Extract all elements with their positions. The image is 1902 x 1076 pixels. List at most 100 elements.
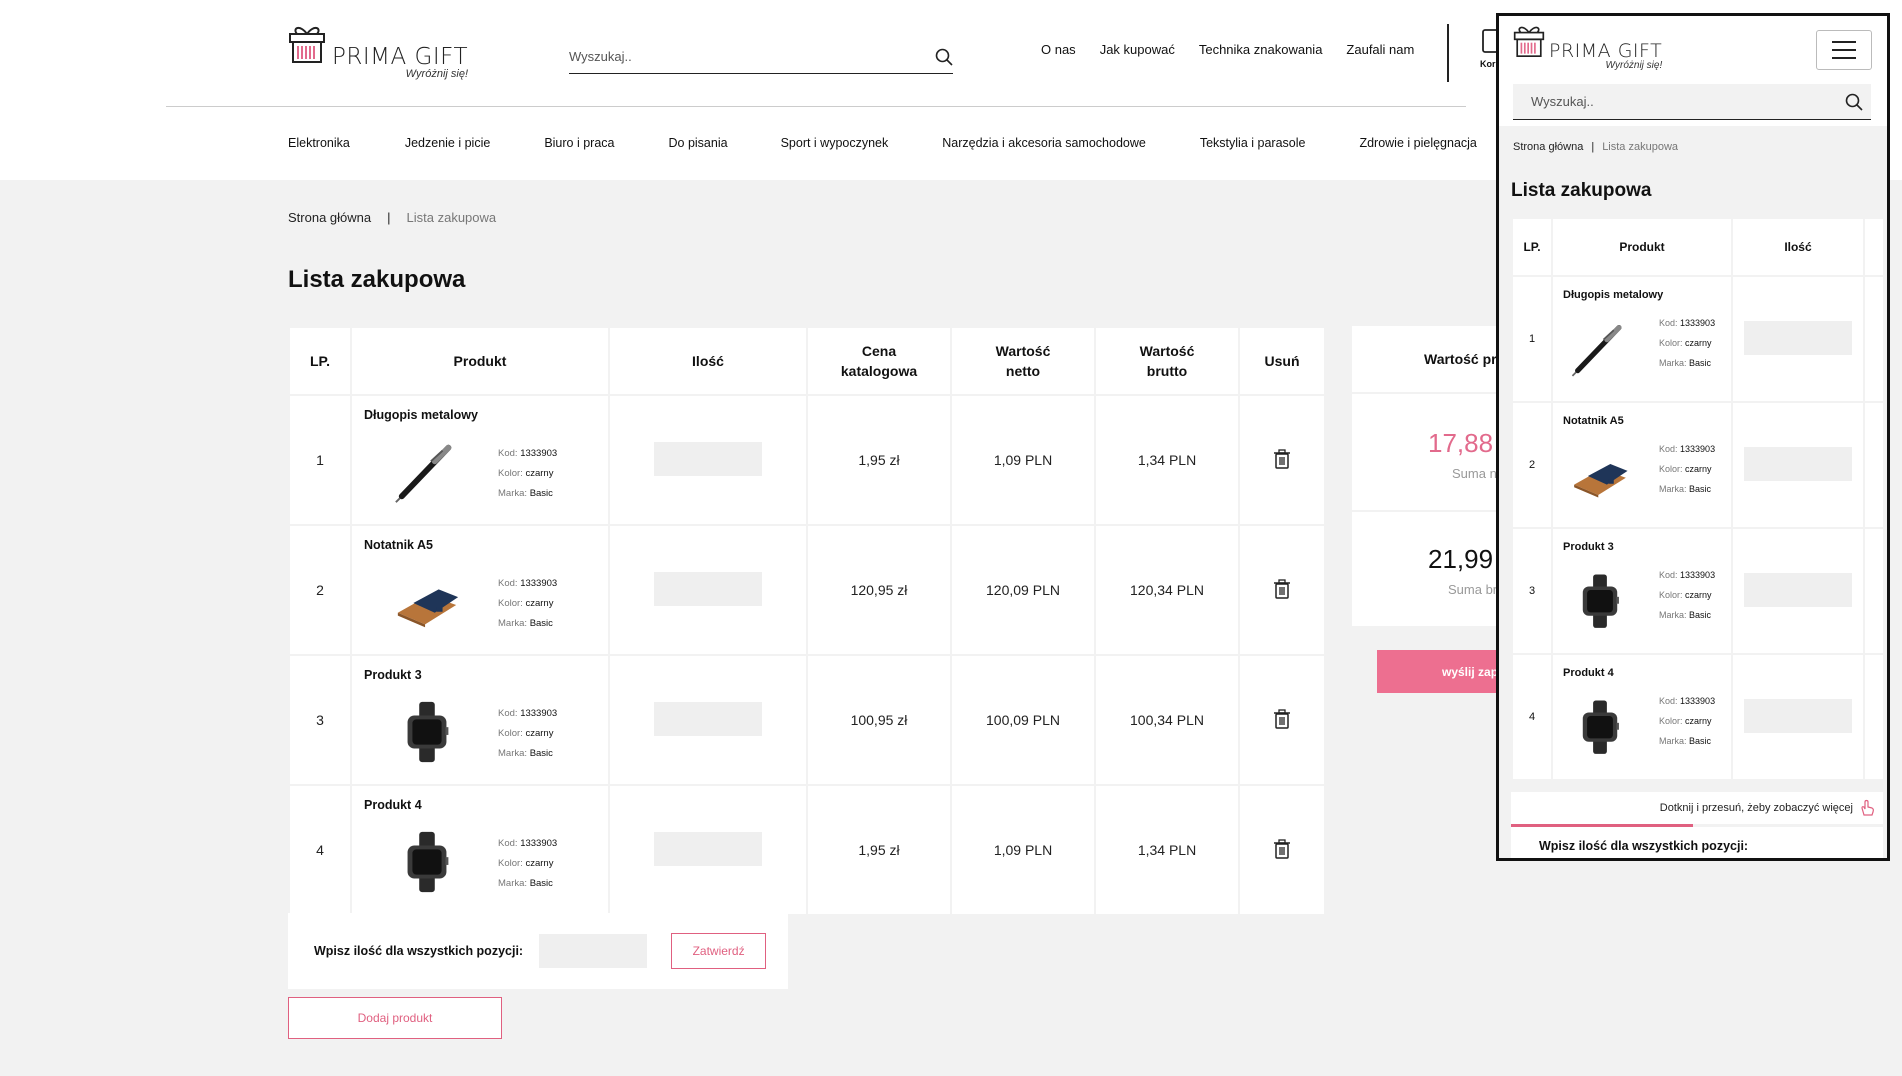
meta-code-label: Kod: <box>1659 318 1678 328</box>
search-input[interactable] <box>569 49 935 64</box>
product-meta: Kod: 1333903 Kolor: czarny Marka: Basic <box>498 704 557 764</box>
mobile-breadcrumb-home[interactable]: Strona główna <box>1513 141 1583 153</box>
hamburger-menu-button[interactable] <box>1816 30 1872 70</box>
row-catalog-price: 1,95 zł <box>806 394 952 526</box>
product-code: 1333903 <box>1680 444 1716 454</box>
product-name[interactable]: Długopis metalowy <box>364 408 478 422</box>
mobile-search-input[interactable] <box>1531 94 1845 109</box>
category-electronics[interactable]: Elektronika <box>288 136 350 150</box>
row-gross-value: 1,34 PLN <box>1094 784 1240 916</box>
category-textiles-umbrellas[interactable]: Tekstylia i parasole <box>1200 136 1306 150</box>
category-navigation: Elektronika Jedzenie i picie Biuro i pra… <box>288 136 1477 150</box>
mobile-quantity-input[interactable] <box>1744 320 1852 355</box>
summary-net-value: 17,88 <box>1428 428 1494 458</box>
meta-color-label: Kolor: <box>498 728 523 739</box>
mobile-brand-logo[interactable]: PRIMA GIFT Wyróżnij się! <box>1513 24 1662 71</box>
nav-divider <box>1447 24 1449 82</box>
product-brand: Basic <box>1689 484 1712 494</box>
row-qty-cell <box>608 394 808 526</box>
meta-code-label: Kod: <box>1659 570 1678 580</box>
table-row: 1 Długopis metalowy Kod: 1333903 Kolor: cza… <box>288 394 1326 526</box>
mobile-table-row: 4 Produkt 4 Kod: 1333903 Kolor: czarny Marka… <box>1511 653 1885 781</box>
product-image-notebook[interactable] <box>392 568 462 638</box>
product-name[interactable]: Produkt 3 <box>364 668 422 682</box>
mobile-product-image-watch[interactable] <box>1569 697 1631 759</box>
quantity-input[interactable] <box>654 701 762 736</box>
meta-color-label: Kolor: <box>1659 590 1683 600</box>
category-writing[interactable]: Do pisania <box>669 136 728 150</box>
mobile-product-image-pen[interactable] <box>1569 319 1631 381</box>
product-brand: Basic <box>529 748 553 759</box>
mobile-product-name[interactable]: Długopis metalowy <box>1563 289 1663 301</box>
breadcrumb-current: Lista zakupowa <box>406 210 497 225</box>
mobile-quantity-input[interactable] <box>1744 446 1852 481</box>
trash-icon[interactable] <box>1273 708 1291 729</box>
trash-icon[interactable] <box>1273 838 1291 859</box>
category-health-care[interactable]: Zdrowie i pielęgnacja <box>1359 136 1476 150</box>
mobile-quantity-input[interactable] <box>1744 572 1852 607</box>
mobile-row-next-cell <box>1863 653 1885 781</box>
mobile-product-name[interactable]: Produkt 3 <box>1563 541 1614 553</box>
mobile-product-name[interactable]: Produkt 4 <box>1563 667 1614 679</box>
send-inquiry-button[interactable]: wyślij zapy <box>1377 650 1502 693</box>
mobile-col-next <box>1863 217 1885 277</box>
product-code: 1333903 <box>520 578 558 589</box>
product-image-pen[interactable] <box>392 438 462 508</box>
nav-about[interactable]: O nas <box>1041 42 1076 57</box>
product-image-watch[interactable] <box>392 698 462 768</box>
row-net-value: 1,09 PLN <box>950 394 1096 526</box>
row-net-value: 100,09 PLN <box>950 654 1096 786</box>
product-name[interactable]: Produkt 4 <box>364 798 422 812</box>
nav-how-to-buy[interactable]: Jak kupować <box>1100 42 1175 57</box>
table-row: 3 Produkt 3 Kod: 1333903 Kolor: czarny Marka… <box>288 654 1326 786</box>
meta-color-label: Kolor: <box>498 858 523 869</box>
mobile-brand-tagline: Wyróżnij się! <box>1605 60 1663 71</box>
header-divider <box>166 106 1466 107</box>
nav-marking-technique[interactable]: Technika znakowania <box>1199 42 1323 57</box>
breadcrumb-home[interactable]: Strona główna <box>288 210 371 225</box>
product-image-watch[interactable] <box>392 828 462 898</box>
add-product-button[interactable]: Dodaj produkt <box>288 997 502 1039</box>
mobile-quantity-input[interactable] <box>1744 698 1852 733</box>
category-tools-auto[interactable]: Narzędzia i akcesoria samochodowe <box>942 136 1146 150</box>
product-brand: Basic <box>529 618 553 629</box>
product-meta: Kod: 1333903 Kolor: czarny Marka: Basic <box>1659 565 1715 625</box>
bulk-quantity-input[interactable] <box>539 934 648 968</box>
summary-gross-value: 21,99 <box>1428 544 1494 574</box>
product-code: 1333903 <box>1680 318 1716 328</box>
mobile-table-row: 1 Długopis metalowy Kod: 1333903 Kolor: cza… <box>1511 275 1885 403</box>
product-code: 1333903 <box>520 838 558 849</box>
brand-logo[interactable]: PRIMA GIFT Wyróżnij się! <box>288 24 468 80</box>
mobile-row-product-cell: Długopis metalowy Kod: 1333903 Kolor: czar… <box>1551 275 1733 403</box>
confirm-button[interactable]: Zatwierdź <box>671 933 767 969</box>
category-office-work[interactable]: Biuro i praca <box>544 136 614 150</box>
category-sport-leisure[interactable]: Sport i wypoczynek <box>781 136 889 150</box>
bulk-quantity-label: Wpisz ilość dla wszystkich pozycji: <box>314 944 524 958</box>
nav-trusted-us[interactable]: Zaufali nam <box>1346 42 1414 57</box>
quantity-input[interactable] <box>654 441 762 476</box>
row-qty-cell <box>608 654 808 786</box>
row-gross-value: 100,34 PLN <box>1094 654 1240 786</box>
product-name[interactable]: Notatnik A5 <box>364 538 433 552</box>
quantity-input[interactable] <box>654 571 762 606</box>
category-food-drinks[interactable]: Jedzenie i picie <box>405 136 490 150</box>
trash-icon[interactable] <box>1273 448 1291 469</box>
trash-icon[interactable] <box>1273 578 1291 599</box>
mobile-product-image-notebook[interactable] <box>1569 445 1631 507</box>
row-product-cell: Notatnik A5 Kod: 1333903 Kolor: czarny Mark… <box>350 524 610 656</box>
mobile-search-icon[interactable] <box>1845 93 1863 111</box>
meta-code-label: Kod: <box>1659 444 1678 454</box>
product-code: 1333903 <box>1680 696 1716 706</box>
search-icon[interactable] <box>935 48 953 66</box>
mobile-table-row: 3 Produkt 3 Kod: 1333903 Kolor: czarny Marka… <box>1511 527 1885 655</box>
product-meta: Kod: 1333903 Kolor: czarny Marka: Basic <box>498 834 557 894</box>
swipe-hand-icon <box>1861 799 1874 816</box>
col-qty: Ilość <box>608 326 808 396</box>
mobile-product-image-watch[interactable] <box>1569 571 1631 633</box>
row-lp: 2 <box>288 524 352 656</box>
mobile-product-name[interactable]: Notatnik A5 <box>1563 415 1624 427</box>
quantity-input[interactable] <box>654 831 762 866</box>
row-remove-cell <box>1238 784 1326 916</box>
breadcrumb: Strona główna | Lista zakupowa <box>288 210 496 225</box>
table-row: 4 Produkt 4 Kod: 1333903 Kolor: czarny Marka… <box>288 784 1326 916</box>
